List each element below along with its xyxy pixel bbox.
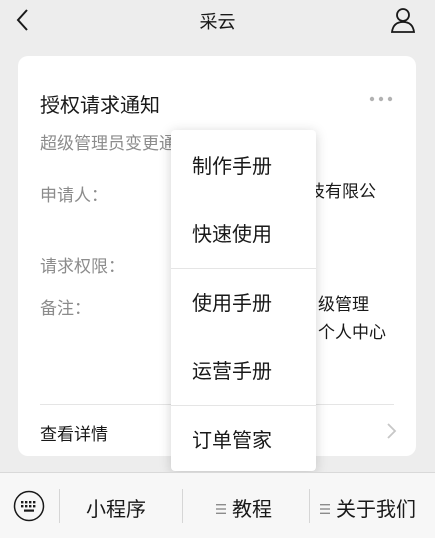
- applicant-label: 申请人：: [40, 186, 108, 206]
- menu-item-order-manager[interactable]: 订单管家: [171, 406, 316, 474]
- bottom-separator: [59, 489, 60, 523]
- menu-item-make-manual[interactable]: 制作手册: [171, 132, 316, 200]
- tab-about-us[interactable]: 关于我们: [320, 493, 416, 522]
- remark-value-line2: 个人中心: [318, 323, 386, 343]
- bottom-separator: [309, 489, 310, 523]
- menu-lines-icon: [216, 503, 226, 514]
- card-subtitle: 超级管理员变更通: [40, 134, 176, 154]
- permission-label: 请求权限：: [40, 257, 125, 277]
- menu-item-operations-manual[interactable]: 运营手册: [171, 337, 316, 405]
- menu-lines-icon: [320, 503, 330, 514]
- applicant-value: 技有限公: [308, 182, 376, 202]
- tab-mini-program-label: 小程序: [86, 497, 146, 521]
- menu-item-user-manual[interactable]: 使用手册: [171, 269, 316, 337]
- bottom-menu-bar: 小程序 教程 关于我们: [0, 472, 435, 538]
- tab-about-us-label: 关于我们: [336, 497, 416, 521]
- page-title: 采云: [199, 12, 236, 33]
- user-icon[interactable]: [389, 6, 417, 34]
- bottom-separator: [182, 489, 183, 523]
- nav-bar: 采云: [0, 0, 435, 40]
- tab-tutorial-label: 教程: [232, 497, 272, 521]
- popup-menu: 制作手册 快速使用 使用手册 运营手册 订单管家: [171, 130, 316, 471]
- remark-value-line1: 级管理: [318, 295, 369, 315]
- keyboard-icon[interactable]: [13, 490, 45, 522]
- remark-label: 备注：: [40, 299, 91, 319]
- menu-item-quick-start[interactable]: 快速使用: [171, 200, 316, 268]
- tab-tutorial[interactable]: 教程: [216, 493, 272, 522]
- more-icon[interactable]: [368, 92, 394, 106]
- chevron-right-icon[interactable]: [386, 422, 398, 440]
- tab-mini-program[interactable]: 小程序: [86, 493, 146, 522]
- view-details-link[interactable]: 查看详情: [40, 420, 108, 445]
- card-title: 授权请求通知: [40, 93, 160, 117]
